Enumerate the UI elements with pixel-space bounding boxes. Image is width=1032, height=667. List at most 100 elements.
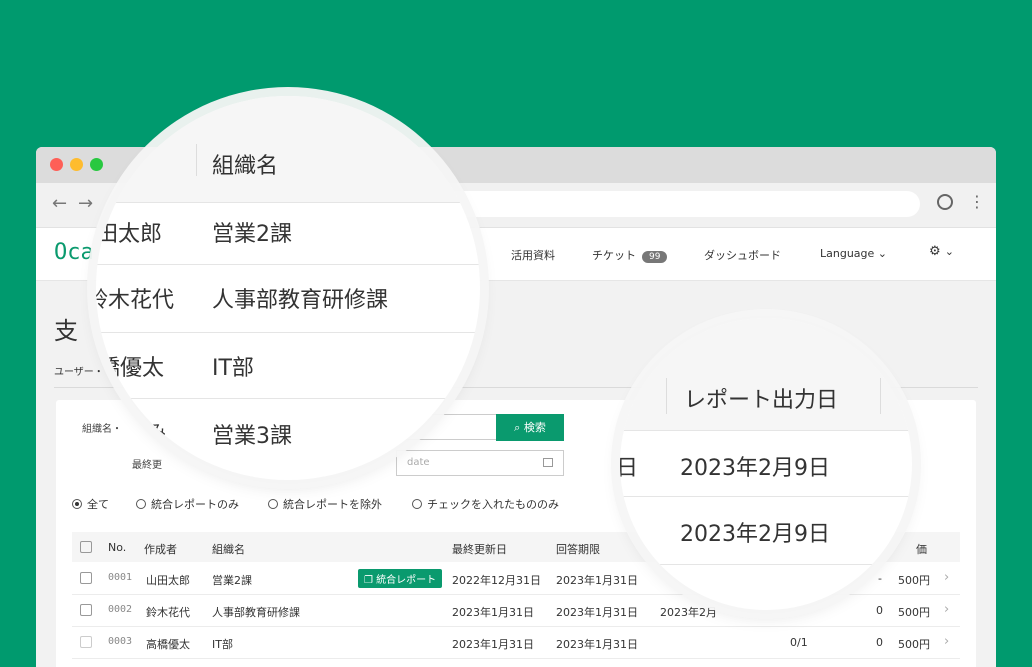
row-no: 0001 bbox=[108, 572, 133, 583]
row-author: 高橋優太 bbox=[146, 638, 190, 651]
radio-all[interactable]: 全て bbox=[72, 496, 109, 512]
select-all-checkbox[interactable] bbox=[80, 541, 92, 553]
col-no: No. bbox=[108, 541, 127, 554]
column-divider bbox=[880, 378, 881, 414]
date-placeholder: date bbox=[407, 457, 430, 468]
row-deadline: 2023年1月31日 bbox=[556, 638, 638, 651]
row-updated: 2023年1月31日 bbox=[452, 606, 534, 619]
zoom-name: 鈴木花代 bbox=[96, 288, 175, 313]
zoom-name: 橋優太 bbox=[98, 356, 165, 381]
table-row[interactable]: 0003 高橋優太 IT部 2023年1月31日 2023年1月31日 0/1 … bbox=[72, 626, 960, 659]
row-checkbox[interactable] bbox=[80, 636, 92, 648]
radio-icon bbox=[268, 499, 278, 509]
forward-arrow-icon[interactable]: → bbox=[78, 193, 93, 214]
search-icon: ⌕ bbox=[514, 421, 521, 434]
row-author: 鈴木花代 bbox=[146, 606, 190, 619]
minimize-window-icon[interactable] bbox=[70, 158, 83, 171]
zoom-name: 田太郎 bbox=[96, 222, 163, 247]
row-updated: 2022年12月31日 bbox=[452, 574, 541, 587]
logo: Oca bbox=[54, 240, 94, 265]
column-divider bbox=[666, 378, 667, 414]
col-org: 組織名 bbox=[212, 543, 245, 556]
row-checkbox[interactable] bbox=[80, 572, 92, 584]
account-icon[interactable] bbox=[937, 194, 953, 210]
radio-exclude-integrated[interactable]: 統合レポートを除外 bbox=[268, 496, 382, 512]
divider bbox=[96, 398, 480, 399]
radio-checked-only-label: チェックを入れたもののみ bbox=[427, 498, 559, 511]
integrated-report-tag-label: 統合レポート bbox=[376, 575, 437, 586]
row-no: 0003 bbox=[108, 636, 133, 647]
row-org: 人事部教育研修課 bbox=[212, 606, 300, 619]
nav-tickets-label: チケット bbox=[592, 249, 636, 262]
nav-tickets[interactable]: チケット 99 bbox=[592, 247, 668, 263]
zoom-name: み bbox=[148, 422, 166, 443]
search-button-label: 検索 bbox=[523, 421, 546, 434]
divider bbox=[620, 430, 912, 431]
nav-materials[interactable]: 活用資料 bbox=[511, 247, 555, 263]
last-updated-label: 最終更 bbox=[132, 460, 162, 471]
row-price: 500円 bbox=[898, 574, 930, 587]
date-input[interactable]: date bbox=[396, 450, 564, 476]
col-author: 作成者 bbox=[144, 543, 177, 556]
chevron-right-icon[interactable]: › bbox=[944, 634, 949, 649]
divider bbox=[96, 202, 480, 203]
page-title: 支 bbox=[54, 317, 78, 345]
radio-selected-icon bbox=[72, 499, 82, 509]
col-deadline: 回答期限 bbox=[556, 543, 600, 556]
ticket-count-badge: 99 bbox=[642, 251, 668, 263]
col-updated: 最終更新日 bbox=[452, 543, 507, 556]
table-row[interactable]: 0002 鈴木花代 人事部教育研修課 2023年1月31日 2023年1月31日… bbox=[72, 594, 960, 627]
row-price: 500円 bbox=[898, 638, 930, 651]
org-filter-label: 組織名・ bbox=[82, 424, 122, 435]
language-dropdown[interactable]: Language ⌄ bbox=[820, 247, 887, 260]
radio-all-label: 全て bbox=[87, 498, 109, 511]
column-divider bbox=[196, 144, 197, 176]
zoom-header-report-date: レポート出力日 bbox=[684, 388, 839, 413]
zoom-org: 営業3課 bbox=[212, 424, 292, 449]
zoom-org: 営業2課 bbox=[212, 222, 292, 247]
row-no: 0002 bbox=[108, 604, 133, 615]
calendar-icon[interactable] bbox=[543, 458, 553, 467]
zoom-org: IT部 bbox=[212, 356, 254, 381]
close-window-icon[interactable] bbox=[50, 158, 63, 171]
zoom-table-header bbox=[96, 96, 480, 202]
row-updated: 2023年1月31日 bbox=[452, 638, 534, 651]
radio-checked-only[interactable]: チェックを入れたもののみ bbox=[412, 496, 559, 512]
divider bbox=[620, 496, 912, 497]
row-deadline: 2023年1月31日 bbox=[556, 574, 638, 587]
zoom-lens-report-date: レポート出力日 日 2023年2月9日 2023年2月9日 bbox=[620, 318, 912, 610]
integrated-report-tag: ❐ 統合レポート bbox=[358, 569, 443, 588]
radio-integrated-only-label: 統合レポートのみ bbox=[151, 498, 239, 511]
nav-dashboard[interactable]: ダッシュボード bbox=[704, 247, 781, 263]
divider bbox=[96, 264, 480, 265]
chevron-right-icon[interactable]: › bbox=[944, 570, 949, 585]
page-subtitle: ユーザー・ bbox=[54, 367, 104, 378]
zoom-left-fragment: 日 bbox=[620, 456, 639, 481]
divider bbox=[96, 332, 480, 333]
zoom-header-org: 組織名 bbox=[212, 154, 279, 179]
radio-icon bbox=[136, 499, 146, 509]
radio-integrated-only[interactable]: 統合レポートのみ bbox=[136, 496, 239, 512]
chevron-right-icon[interactable]: › bbox=[944, 602, 949, 617]
search-button[interactable]: ⌕ 検索 bbox=[496, 414, 564, 441]
row-checkbox[interactable] bbox=[80, 604, 92, 616]
row-count: 0/1 bbox=[790, 636, 808, 649]
divider bbox=[620, 564, 912, 565]
row-author: 山田太郎 bbox=[146, 574, 190, 587]
more-menu-icon[interactable]: ⋮ bbox=[969, 192, 985, 211]
radio-exclude-integrated-label: 統合レポートを除外 bbox=[283, 498, 382, 511]
zoom-report-date: 2023年2月9日 bbox=[680, 456, 830, 481]
back-arrow-icon[interactable]: ← bbox=[52, 193, 67, 214]
zoom-report-date: 2023年2月9日 bbox=[680, 522, 830, 547]
settings-menu[interactable]: ⚙ ⌄ bbox=[929, 244, 954, 259]
row-deadline: 2023年1月31日 bbox=[556, 606, 638, 619]
row-num: 0 bbox=[876, 636, 883, 649]
zoom-lens-org: 組織名 田太郎 営業2課 鈴木花代 人事部教育研修課 橋優太 IT部 み 営業3… bbox=[96, 96, 480, 480]
row-num: 0 bbox=[876, 604, 883, 617]
col-price: 価 bbox=[916, 543, 927, 556]
row-report-date: 2023年2月 bbox=[660, 606, 717, 619]
row-org: IT部 bbox=[212, 638, 233, 651]
row-price: 500円 bbox=[898, 606, 930, 619]
row-org: 営業2課 bbox=[212, 574, 252, 587]
zoom-org: 人事部教育研修課 bbox=[212, 288, 389, 313]
